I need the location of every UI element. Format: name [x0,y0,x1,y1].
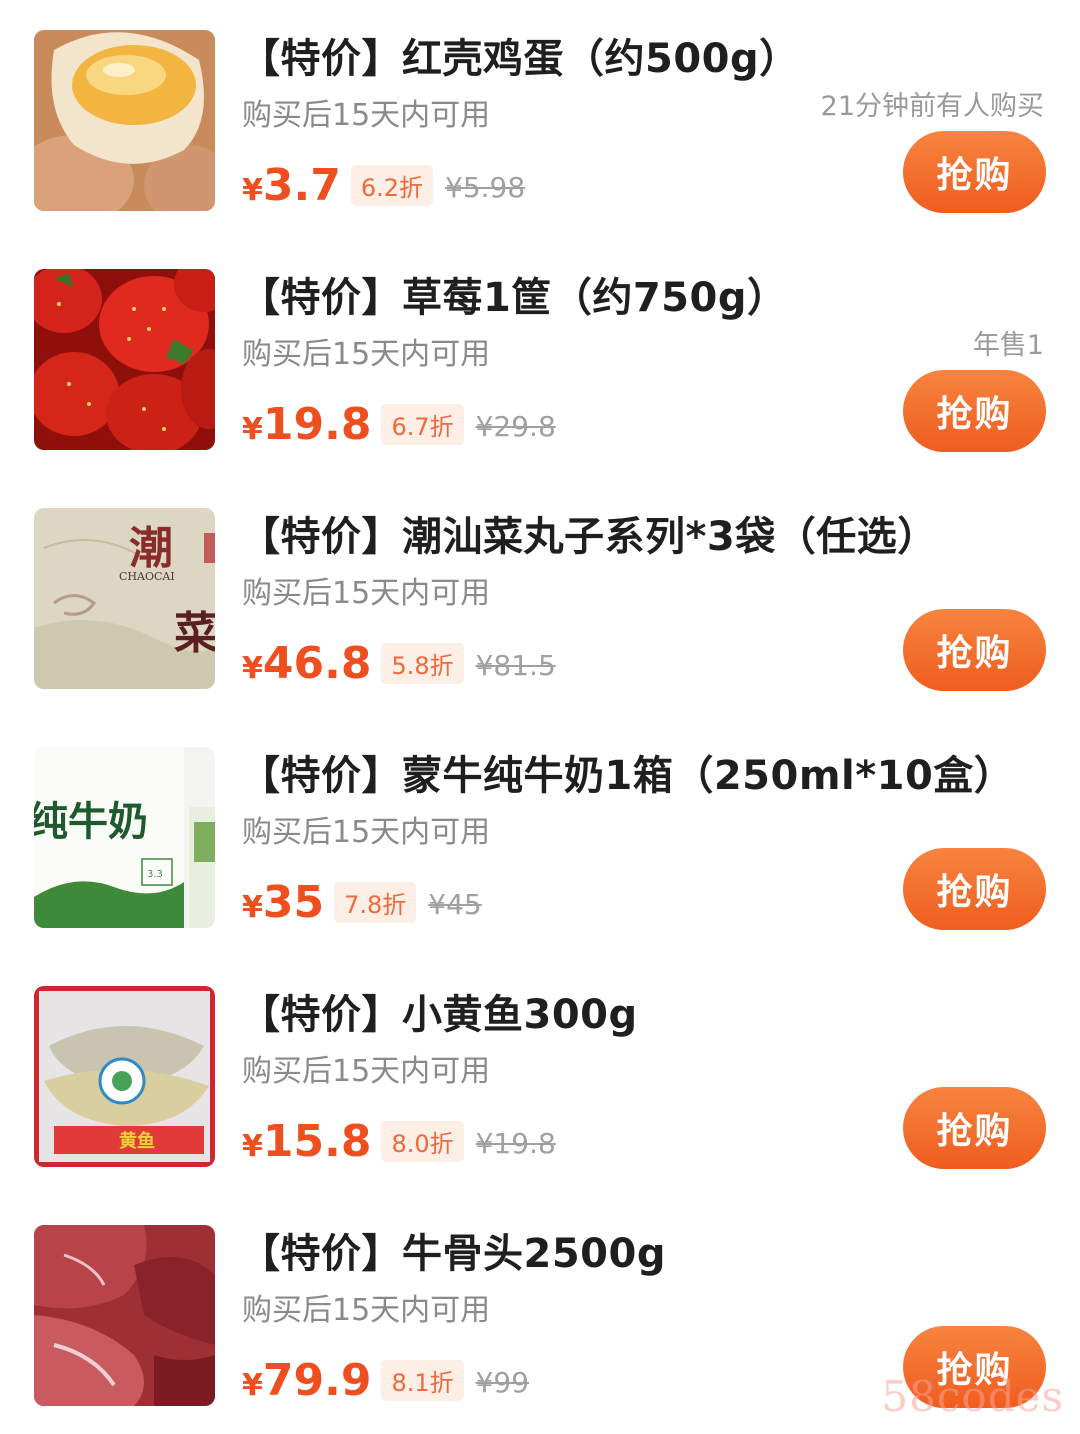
buy-button[interactable]: 抢购 [903,1087,1046,1169]
price-row: ¥ 79.9 8.1折 ¥99 [242,1355,529,1415]
original-price: ¥45 [428,888,482,921]
discount-badge: 6.2折 [350,165,433,206]
package-label-milk: 纯牛奶 [34,798,148,845]
sales-count: 年售1 [972,330,1044,361]
product-title: 【特价】小黄鱼300g [240,992,638,1038]
sale-price: 79.9 [262,1355,372,1406]
original-price: ¥19.8 [475,1127,556,1160]
validity-text: 购买后15天内可用 [242,1054,491,1089]
price-row: ¥ 3.7 6.2折 ¥5.98 [242,160,525,220]
original-price: ¥5.98 [445,171,526,204]
package-label-chaocai: CHAOCAI [119,570,175,583]
discount-badge: 6.7折 [381,404,464,445]
validity-text: 购买后15天内可用 [242,815,491,850]
price-row: ¥ 15.8 8.0折 ¥19.8 [242,1116,556,1176]
currency-symbol: ¥ [242,412,263,447]
discount-badge: 7.8折 [334,882,417,923]
product-item[interactable]: 潮 菜 CHAOCAI 【特价】潮汕菜丸子系列*3袋（任选） 购买后15天内可用… [0,478,1080,717]
buy-button[interactable]: 抢购 [903,609,1046,691]
validity-text: 购买后15天内可用 [242,1293,491,1328]
chaoshan-meatball-package-image[interactable]: 潮 菜 CHAOCAI [34,508,215,689]
product-item[interactable]: 黄鱼 【特价】小黄鱼300g 购买后15天内可用 ¥ 15.8 8.0折 ¥19… [0,956,1080,1195]
package-char-chao: 潮 [129,523,173,574]
sale-price: 19.8 [262,399,372,450]
validity-text: 购买后15天内可用 [242,98,491,133]
original-price: ¥81.5 [475,649,556,682]
currency-symbol: ¥ [242,651,263,686]
sale-price: 15.8 [262,1116,372,1167]
discount-badge: 8.1折 [381,1360,464,1401]
product-title: 【特价】潮汕菜丸子系列*3袋（任选） [240,514,938,560]
sale-price: 35 [262,877,325,928]
eggs-image[interactable] [34,30,215,211]
buy-button[interactable]: 抢购 [903,848,1046,930]
buy-button[interactable]: 抢购 [903,370,1046,452]
currency-symbol: ¥ [242,173,263,208]
package-char-cai: 菜 [174,608,215,659]
product-item[interactable]: 纯牛奶 3.3 【特价】蒙牛纯牛奶1箱（250ml*10盒） 购买后15天内可用… [0,717,1080,956]
currency-symbol: ¥ [242,1368,263,1403]
currency-symbol: ¥ [242,890,263,925]
package-label-protein: 3.3 [147,869,163,880]
validity-text: 购买后15天内可用 [242,576,491,611]
price-row: ¥ 46.8 5.8折 ¥81.5 [242,638,556,698]
sale-price: 46.8 [262,638,372,689]
buy-button[interactable]: 抢购 [903,131,1046,213]
watermark: 58codes [881,1372,1064,1421]
price-row: ¥ 19.8 6.7折 ¥29.8 [242,399,556,459]
original-price: ¥29.8 [475,410,556,443]
yellow-croaker-image[interactable]: 黄鱼 [34,986,215,1167]
strawberries-image[interactable] [34,269,215,450]
product-item[interactable]: 【特价】红壳鸡蛋（约500g） 购买后15天内可用 21分钟前有人购买 ¥ 3.… [0,0,1080,239]
beef-bones-image[interactable] [34,1225,215,1406]
product-title: 【特价】草莓1筐（约750g） [240,275,788,321]
product-item[interactable]: 【特价】草莓1筐（约750g） 购买后15天内可用 年售1 ¥ 19.8 6.7… [0,239,1080,478]
product-title: 【特价】牛骨头2500g [240,1231,666,1277]
purchase-note: 21分钟前有人购买 [820,91,1044,122]
product-title: 【特价】红壳鸡蛋（约500g） [240,36,800,82]
validity-text: 购买后15天内可用 [242,337,491,372]
discount-badge: 8.0折 [381,1121,464,1162]
milk-box-image[interactable]: 纯牛奶 3.3 [34,747,215,928]
product-title: 【特价】蒙牛纯牛奶1箱（250ml*10盒） [240,753,1015,799]
discount-badge: 5.8折 [381,643,464,684]
currency-symbol: ¥ [242,1129,263,1164]
original-price: ¥99 [475,1366,530,1399]
package-label-croaker: 黄鱼 [119,1130,155,1152]
price-row: ¥ 35 7.8折 ¥45 [242,877,482,937]
sale-price: 3.7 [262,160,341,211]
